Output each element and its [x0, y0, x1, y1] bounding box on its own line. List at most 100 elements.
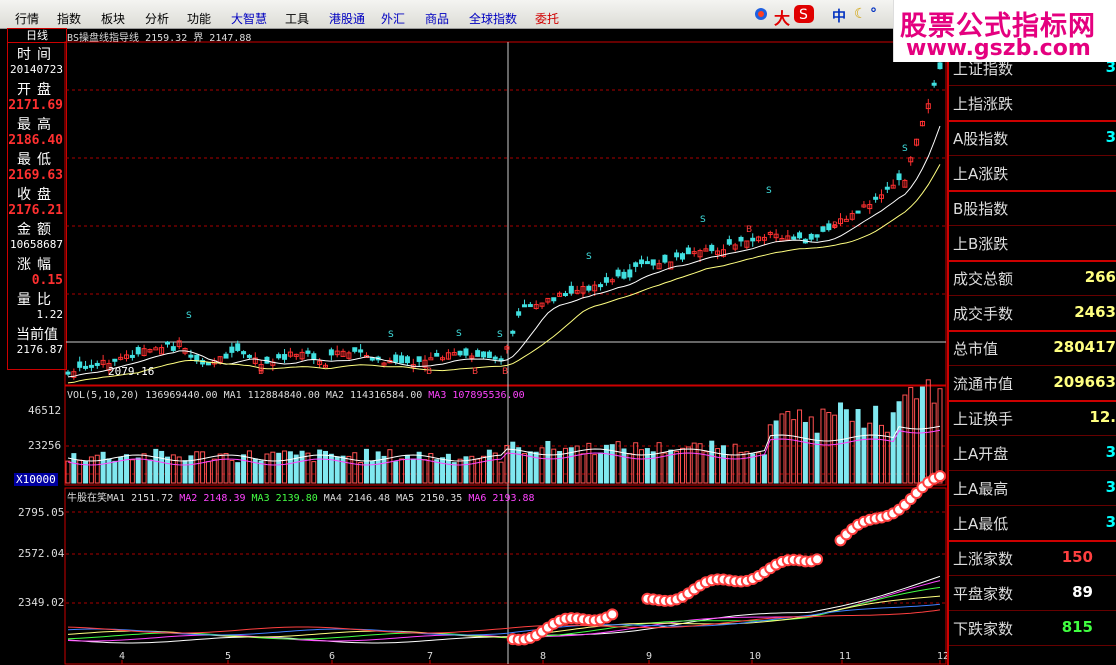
candle-body	[112, 358, 118, 362]
volume-bar	[896, 401, 902, 484]
candle-body	[369, 357, 375, 361]
stat-row[interactable]: 上A最高 3	[949, 470, 1116, 506]
candle-body	[65, 371, 71, 375]
stat-row[interactable]: 平盘家数 89	[949, 575, 1116, 611]
candle-body	[153, 347, 159, 351]
stat-row[interactable]: 下跌家数 815	[949, 610, 1116, 646]
menu-item[interactable]: 港股通	[329, 10, 365, 27]
volume-bar	[756, 452, 762, 484]
volume-bar	[282, 450, 288, 484]
main-chart-value1: 2159.32	[145, 33, 188, 44]
candle-body	[164, 341, 170, 345]
stat-row[interactable]: 成交总额 266	[949, 260, 1116, 296]
candle-body	[328, 349, 334, 356]
candle-body	[709, 244, 715, 252]
ind-ma2: MA2 2148.39	[179, 493, 246, 504]
candle-body	[644, 261, 650, 265]
signal-marker: S	[497, 330, 503, 340]
volume-bar	[457, 458, 463, 484]
stat-row[interactable]: 上涨家数 150	[949, 540, 1116, 576]
volume-bar	[328, 453, 334, 484]
volume-bar	[703, 451, 709, 484]
stat-row[interactable]: 上A最低 3	[949, 505, 1116, 542]
stat-row[interactable]: B股指数	[949, 190, 1116, 226]
ind-ma1: MA1 2151.72	[107, 493, 174, 504]
dot-icon[interactable]: °	[870, 6, 877, 22]
volume-bar	[194, 451, 200, 484]
candle-body	[896, 173, 902, 181]
menu-item[interactable]: 委托	[535, 10, 559, 27]
stat-value: 150	[1061, 548, 1093, 566]
volume-bar	[182, 460, 188, 484]
stat-row[interactable]: 总市值 280417	[949, 330, 1116, 366]
candle-body	[77, 361, 83, 368]
signal-marker: B	[502, 367, 508, 377]
volume-bar	[305, 452, 311, 484]
stat-row[interactable]: 上指涨跌	[949, 85, 1116, 122]
candle-body	[129, 354, 135, 358]
candle-body	[246, 354, 252, 358]
signal-marker: B	[258, 367, 264, 377]
volume-bar	[855, 409, 861, 484]
smile-marker	[934, 470, 946, 483]
ind-chart-header: 牛股在笑MA1 2151.72 MA2 2148.39 MA3 2139.80 …	[67, 489, 535, 504]
volume-bar	[100, 451, 106, 484]
candle-body	[650, 259, 656, 266]
signal-marker: S	[388, 330, 394, 340]
stat-row[interactable]: 流通市值 209663	[949, 365, 1116, 402]
chart-area[interactable]: S B S B S B S B S S B S B S	[0, 28, 947, 665]
candle-body	[475, 350, 481, 357]
volume-bar	[510, 441, 516, 484]
volume-bar	[129, 459, 135, 484]
menu-item[interactable]: 分析	[145, 10, 169, 27]
stat-label: 上涨家数	[953, 550, 1014, 568]
stat-value: 209663	[1053, 373, 1116, 391]
signal-marker: S	[456, 329, 462, 339]
menu-item[interactable]: 工具	[285, 10, 309, 27]
volume-bar	[375, 451, 381, 484]
candle-body	[627, 269, 633, 278]
signal-marker: B	[746, 225, 752, 235]
stat-row[interactable]: 上B涨跌	[949, 225, 1116, 262]
stat-row[interactable]: 成交手数 2463	[949, 295, 1116, 332]
volume-bar	[580, 453, 586, 484]
stat-row[interactable]: 上A开盘 3	[949, 435, 1116, 471]
signal-marker: S	[902, 144, 908, 154]
candle-body	[937, 62, 943, 70]
stat-row[interactable]: 上A涨跌	[949, 155, 1116, 192]
stat-value: 266	[1084, 268, 1116, 286]
volume-bar	[621, 448, 627, 484]
volume-bar	[902, 394, 908, 484]
menu-item[interactable]: 外汇	[381, 10, 405, 27]
volume-bar	[323, 450, 329, 484]
candle-body	[88, 364, 94, 368]
volume-bar	[381, 455, 387, 484]
volume-bar	[498, 461, 504, 484]
menu-item[interactable]: 商品	[425, 10, 449, 27]
volume-bar	[545, 440, 551, 484]
menu-item[interactable]: 功能	[187, 10, 211, 27]
candle-body	[855, 210, 861, 214]
stat-row[interactable]: 上证换手 12.	[949, 400, 1116, 436]
volume-bar	[235, 462, 241, 484]
candle-body	[586, 285, 592, 291]
menu-item[interactable]: 指数	[57, 10, 81, 27]
volume-bar	[410, 458, 416, 484]
volume-bar	[299, 450, 305, 484]
menu-item[interactable]: 板块	[101, 10, 125, 27]
moon-icon[interactable]: ☾	[854, 6, 867, 22]
volume-bar	[358, 462, 364, 484]
volume-bar	[919, 386, 925, 484]
stat-label: 上A涨跌	[953, 165, 1009, 183]
candle-body	[223, 353, 229, 359]
volume-bar	[516, 447, 522, 484]
volume-bar	[147, 459, 153, 484]
volume-bar	[71, 453, 77, 484]
menu-item[interactable]: 行情	[15, 10, 39, 27]
volume-bar	[598, 452, 604, 484]
stat-row[interactable]: A股指数 3	[949, 120, 1116, 156]
volume-bar	[124, 454, 130, 484]
menu-item[interactable]: 全球指数	[469, 10, 517, 27]
candle-body	[791, 236, 797, 240]
menu-item[interactable]: 大智慧	[231, 10, 267, 27]
